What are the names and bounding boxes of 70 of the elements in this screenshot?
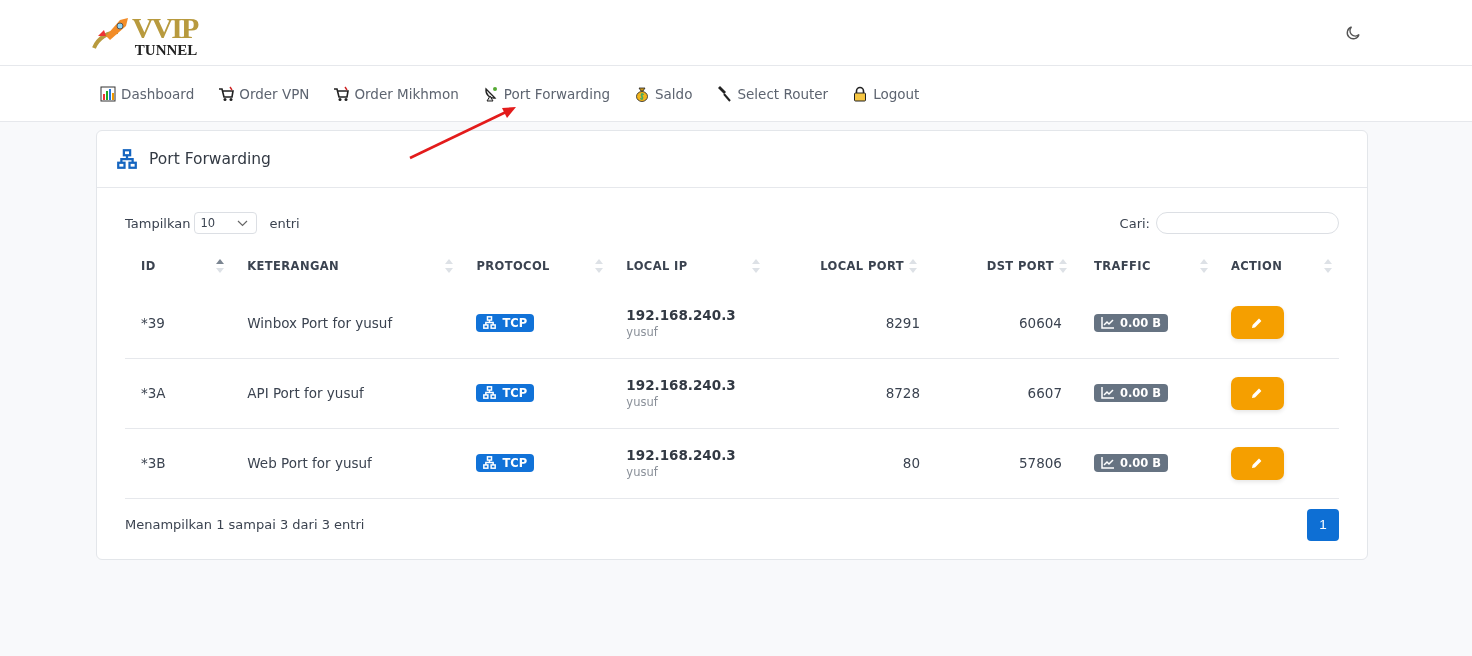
table-cell: 80 [902, 455, 920, 471]
satellite-dish-icon [482, 85, 499, 102]
traffic-badge: 0.00 B [1093, 384, 1169, 402]
money-bag-icon [634, 85, 651, 102]
length-label: entri [269, 215, 300, 231]
pencil-icon [1251, 457, 1264, 469]
nav-link[interactable]: Select Router [716, 85, 829, 102]
user-name: yusuf [626, 465, 659, 479]
table-cell: 6607 [1027, 385, 1062, 401]
line-chart-icon [1100, 387, 1114, 399]
column-header[interactable]: KETERANGAN [231, 244, 461, 288]
column-header[interactable]: PROTOCOL [460, 244, 611, 288]
search-field[interactable] [1156, 212, 1339, 234]
column-header[interactable]: LOCAL IP [610, 244, 768, 288]
edit-button[interactable] [1230, 376, 1284, 410]
column-header[interactable]: DST PORT [928, 244, 1078, 288]
cart-icon [333, 85, 350, 102]
nav-link[interactable]: Port Forwarding [482, 85, 611, 102]
bar-chart-icon [100, 85, 116, 102]
entries-select[interactable]: 10 [194, 212, 258, 234]
nav-link[interactable]: Saldo [634, 85, 693, 102]
table-info: Menampilkan 1 sampai 3 dari 3 entri [125, 517, 365, 532]
line-chart-icon [1100, 457, 1114, 469]
table-cell: 8291 [885, 314, 920, 331]
ip-address: 192.168.240.3 [626, 447, 737, 463]
edit-button[interactable] [1230, 306, 1284, 340]
protocol-badge: TCP [476, 313, 535, 332]
page-button[interactable]: 1 [1307, 508, 1339, 541]
lock-icon [852, 85, 869, 102]
table-cell: 60604 [1019, 314, 1062, 331]
line-chart-icon [1100, 316, 1114, 329]
edit-button[interactable] [1230, 446, 1284, 480]
pencil-icon [1251, 387, 1264, 399]
table-cell: Winbox Port for yusuf [247, 314, 393, 331]
user-name: yusuf [626, 395, 659, 409]
logo-subtitle: TUNNEL [134, 42, 198, 58]
table-cell: *3A [141, 385, 166, 401]
nav-link[interactable]: Logout [852, 85, 920, 102]
ip-address: 192.168.240.3 [626, 306, 737, 323]
chevron-down-icon [237, 219, 249, 227]
network-icon [483, 316, 497, 329]
column-header[interactable]: LOCAL PORT [767, 244, 928, 288]
traffic-badge: 0.00 B [1093, 454, 1169, 472]
plug-icon [716, 85, 733, 102]
logo-wordmark: VVIP [132, 12, 198, 43]
traffic-badge: 0.00 B [1093, 313, 1169, 332]
column-header[interactable]: TRAFFIC [1077, 244, 1215, 288]
table-cell: 57806 [1019, 455, 1062, 471]
nav-link[interactable]: Order Mikhmon [333, 85, 459, 102]
table-cell: API Port for yusuf [247, 385, 364, 401]
network-icon [117, 149, 137, 169]
table-cell: *3B [141, 455, 166, 471]
table-cell: 8728 [885, 385, 920, 401]
protocol-badge: TCP [476, 383, 535, 402]
network-icon [483, 386, 497, 400]
search-label: Cari: [1119, 215, 1150, 231]
network-icon [483, 456, 497, 470]
column-header[interactable]: ACTION [1214, 244, 1339, 288]
nav-link[interactable]: Dashboard [100, 85, 195, 102]
card-title: Port Forwarding [149, 150, 271, 168]
cart-icon [218, 85, 235, 102]
pencil-icon [1251, 316, 1264, 329]
nav-link[interactable]: Order VPN [218, 85, 310, 102]
table-cell: *39 [141, 314, 165, 331]
table-cell: Web Port for yusuf [247, 455, 372, 471]
user-name: yusuf [626, 324, 659, 339]
protocol-badge: TCP [476, 453, 535, 472]
column-header[interactable]: ID [125, 244, 232, 288]
length-label: Tampilkan [125, 215, 191, 231]
ip-address: 192.168.240.3 [626, 377, 737, 393]
